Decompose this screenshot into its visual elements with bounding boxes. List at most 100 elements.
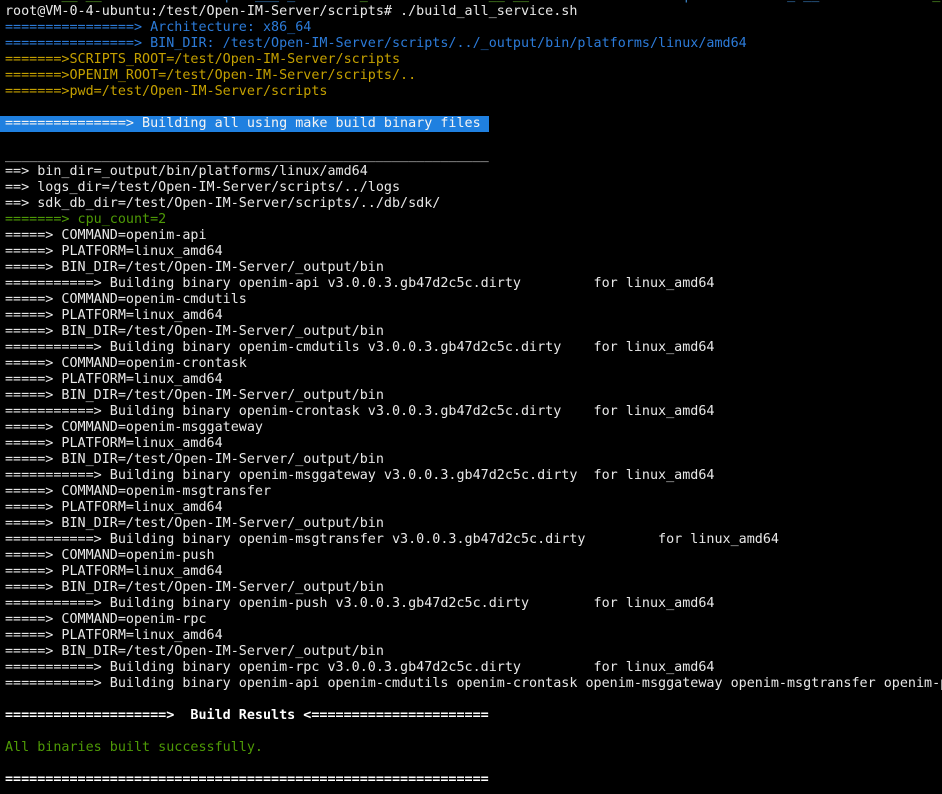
text-segment: [529, 0, 682, 3]
terminal-line-7: [0, 100, 942, 116]
terminal-line-24: =====> PLATFORM=linux_amd64: [0, 372, 942, 388]
text-segment: =======>OPENIM_ROOT=/test/Open-IM-Server…: [5, 68, 416, 83]
terminal-line-8: ===============> Building all using make…: [0, 116, 489, 132]
terminal-line-32: =====> PLATFORM=linux_amd64: [0, 500, 942, 516]
terminal-line-30: ===========> Building binary openim-msgg…: [0, 468, 942, 484]
text-segment: [368, 0, 489, 3]
terminal-line-39: =====> COMMAND=openim-rpc: [0, 612, 942, 628]
text-segment: =====> BIN_DIR=/test/Open-IM-Server/_out…: [5, 516, 384, 531]
terminal-line-28: =====> PLATFORM=linux_amd64: [0, 436, 942, 452]
text-segment: =====> BIN_DIR=/test/Open-IM-Server/_out…: [5, 388, 384, 403]
terminal[interactable]: __ __ | ___ _ _ __ __ | _ __ _root@VM-0-…: [0, 0, 942, 794]
terminal-line-17: =====> BIN_DIR=/test/Open-IM-Server/_out…: [0, 260, 942, 276]
text-segment: =====> COMMAND=openim-cmdutils: [5, 292, 247, 307]
text-segment: ================> BIN_DIR: /test/Open-IM…: [5, 36, 747, 51]
text-segment: [102, 0, 223, 3]
terminal-line-48: [0, 756, 942, 772]
terminal-line-2: ================> Architecture: x86_64: [0, 20, 942, 36]
text-segment: =====> PLATFORM=linux_amd64: [5, 628, 223, 643]
text-segment: [295, 0, 360, 3]
terminal-line-25: =====> BIN_DIR=/test/Open-IM-Server/_out…: [0, 388, 942, 404]
text-segment: All binaries built successfully.: [5, 740, 263, 755]
terminal-line-44: [0, 692, 942, 708]
text-segment: ===========> Building binary openim-api …: [5, 276, 714, 291]
terminal-line-49: ========================================…: [0, 772, 942, 788]
terminal-line-33: =====> BIN_DIR=/test/Open-IM-Server/_out…: [0, 516, 942, 532]
text-segment: __ __: [489, 0, 529, 3]
text-segment: =====> COMMAND=openim-push: [5, 548, 215, 563]
terminal-line-26: ===========> Building binary openim-cron…: [0, 404, 942, 420]
text-segment: ====================> Build Results <===…: [5, 708, 489, 723]
terminal-line-9: [0, 132, 942, 148]
terminal-line-12: ==> logs_dir=/test/Open-IM-Server/script…: [0, 180, 942, 196]
text-segment: ___ _: [255, 0, 295, 3]
terminal-line-19: =====> COMMAND=openim-cmdutils: [0, 292, 942, 308]
text-segment: =====> BIN_DIR=/test/Open-IM-Server/_out…: [5, 260, 384, 275]
text-segment: =====> PLATFORM=linux_amd64: [5, 308, 223, 323]
text-segment: [5, 0, 61, 3]
terminal-line-41: =====> BIN_DIR=/test/Open-IM-Server/_out…: [0, 644, 942, 660]
text-segment: root@VM-0-4-ubuntu:/test/Open-IM-Server/…: [5, 4, 577, 19]
text-segment: =====> COMMAND=openim-msgtransfer: [5, 484, 271, 499]
text-segment: ================> Architecture: x86_64: [5, 20, 311, 35]
text-segment: =====> BIN_DIR=/test/Open-IM-Server/_out…: [5, 452, 384, 467]
text-segment: =====> COMMAND=openim-rpc: [5, 612, 207, 627]
text-segment: =====> BIN_DIR=/test/Open-IM-Server/_out…: [5, 580, 384, 595]
terminal-line-22: ===========> Building binary openim-cmdu…: [0, 340, 942, 356]
text-segment: =====> COMMAND=openim-api: [5, 228, 207, 243]
terminal-line-16: =====> PLATFORM=linux_amd64: [0, 244, 942, 260]
text-segment: ________________________________________…: [5, 148, 489, 163]
terminal-line-18: ===========> Building binary openim-api …: [0, 276, 942, 292]
terminal-line-20: =====> PLATFORM=linux_amd64: [0, 308, 942, 324]
text-segment: ===========> Building binary openim-msgt…: [5, 532, 779, 547]
text-segment: =======> cpu_count=2: [5, 212, 166, 227]
text-segment: [819, 0, 932, 3]
text-segment: =====> COMMAND=openim-crontask: [5, 356, 247, 371]
terminal-line-10: ________________________________________…: [0, 148, 942, 164]
terminal-line-21: =====> BIN_DIR=/test/Open-IM-Server/_out…: [0, 324, 942, 340]
text-segment: ========================================…: [5, 772, 489, 787]
text-segment: =======>pwd=/test/Open-IM-Server/scripts: [5, 84, 327, 99]
text-segment: ===========> Building binary openim-cmdu…: [5, 340, 714, 355]
text-segment: ===========> Building binary openim-msgg…: [5, 468, 714, 483]
terminal-line-3: ================> BIN_DIR: /test/Open-IM…: [0, 36, 942, 52]
terminal-line-5: =======>OPENIM_ROOT=/test/Open-IM-Server…: [0, 68, 942, 84]
text-segment: =====> BIN_DIR=/test/Open-IM-Server/_out…: [5, 324, 384, 339]
terminal-line-23: =====> COMMAND=openim-crontask: [0, 356, 942, 372]
terminal-line-37: =====> BIN_DIR=/test/Open-IM-Server/_out…: [0, 580, 942, 596]
text-segment: _: [932, 0, 940, 3]
text-segment: =====> PLATFORM=linux_amd64: [5, 244, 223, 259]
terminal-line-27: =====> COMMAND=openim-msggateway: [0, 420, 942, 436]
text-segment: ===============> Building all using make…: [5, 116, 489, 131]
text-segment: ===========> Building binary openim-cron…: [5, 404, 714, 419]
text-segment: ==> logs_dir=/test/Open-IM-Server/script…: [5, 180, 400, 195]
text-segment: ==> sdk_db_dir=/test/Open-IM-Server/scri…: [5, 196, 440, 211]
terminal-line-11: ==> bin_dir=_output/bin/platforms/linux/…: [0, 164, 942, 180]
terminal-line-35: =====> COMMAND=openim-push: [0, 548, 942, 564]
text-segment: ===========> Building binary openim-push…: [5, 596, 714, 611]
terminal-line-45: ====================> Build Results <===…: [0, 708, 942, 724]
text-segment: =====> BIN_DIR=/test/Open-IM-Server/_out…: [5, 644, 384, 659]
terminal-line-36: =====> PLATFORM=linux_amd64: [0, 564, 942, 580]
terminal-line-4: =======>SCRIPTS_ROOT=/test/Open-IM-Serve…: [0, 52, 942, 68]
text-segment: [231, 0, 255, 3]
terminal-line-47: All binaries built successfully.: [0, 740, 942, 756]
terminal-line-13: ==> sdk_db_dir=/test/Open-IM-Server/scri…: [0, 196, 942, 212]
terminal-line-29: =====> BIN_DIR=/test/Open-IM-Server/_out…: [0, 452, 942, 468]
terminal-line-42: ===========> Building binary openim-rpc …: [0, 660, 942, 676]
text-segment: =======>SCRIPTS_ROOT=/test/Open-IM-Serve…: [5, 52, 400, 67]
text-segment: ==> bin_dir=_output/bin/platforms/linux/…: [5, 164, 368, 179]
terminal-line-46: [0, 724, 942, 740]
terminal-line-38: ===========> Building binary openim-push…: [0, 596, 942, 612]
text-segment: =====> PLATFORM=linux_amd64: [5, 372, 223, 387]
text-segment: =====> COMMAND=openim-msggateway: [5, 420, 263, 435]
terminal-line-14: =======> cpu_count=2: [0, 212, 942, 228]
text-segment: =====> PLATFORM=linux_amd64: [5, 500, 223, 515]
terminal-line-43: ===========> Building binary openim-api …: [0, 676, 942, 692]
text-segment: =====> PLATFORM=linux_amd64: [5, 564, 223, 579]
terminal-line-34: ===========> Building binary openim-msgt…: [0, 532, 942, 548]
text-segment: [690, 0, 787, 3]
terminal-line-1: root@VM-0-4-ubuntu:/test/Open-IM-Server/…: [0, 4, 942, 20]
terminal-line-40: =====> PLATFORM=linux_amd64: [0, 628, 942, 644]
text-segment: =====> PLATFORM=linux_amd64: [5, 436, 223, 451]
